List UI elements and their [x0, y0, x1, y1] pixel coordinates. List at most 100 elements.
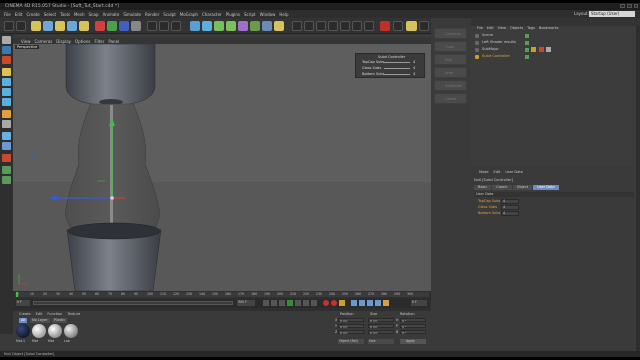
quick-button-cameras[interactable]: Cameras — [434, 28, 467, 39]
position-x-field[interactable]: 0 cm — [338, 318, 364, 323]
menu-character[interactable]: Character — [202, 12, 222, 17]
rotation-key-icon[interactable] — [367, 300, 373, 306]
point-level-key-icon[interactable] — [383, 300, 389, 306]
menu-sculpt[interactable]: Sculpt — [163, 12, 176, 17]
playhead[interactable] — [16, 292, 18, 297]
paint-tool-icon[interactable] — [2, 142, 11, 150]
edges-tool-icon[interactable] — [2, 88, 11, 96]
bottom-subs-field[interactable]: 4 — [501, 211, 519, 216]
menu-tools[interactable]: Tools — [60, 12, 70, 17]
size-z-field[interactable]: 0 cm — [368, 330, 394, 335]
material-swatch[interactable] — [32, 324, 46, 338]
snapping-tool-icon[interactable] — [2, 110, 11, 118]
visibility-check-icon[interactable] — [525, 55, 529, 59]
light-icon[interactable] — [274, 21, 284, 31]
tab-basic[interactable]: Basic — [474, 185, 492, 190]
viewport-menu-view[interactable]: View — [21, 39, 31, 44]
material-swatch[interactable] — [64, 324, 78, 338]
object-row[interactable]: Scene — [473, 33, 533, 39]
rotate-icon[interactable] — [67, 21, 77, 31]
visibility-check-icon[interactable] — [525, 41, 529, 45]
quantize-icon[interactable] — [406, 21, 417, 31]
menu-create[interactable]: Create — [26, 12, 39, 17]
menu-mograph[interactable]: MoGraph — [180, 12, 198, 17]
viewport-menu-cameras[interactable]: Cameras — [35, 39, 53, 44]
material-swatch[interactable] — [48, 324, 62, 338]
next-key-icon[interactable] — [303, 300, 309, 306]
tab-coord[interactable]: Coord. — [492, 185, 512, 190]
sculpt-tool-icon[interactable] — [2, 132, 11, 140]
texture-tool-icon[interactable] — [2, 56, 11, 64]
hud-row-topcap[interactable]: TopCap Subs 4 — [358, 60, 422, 65]
quick-button-cube[interactable]: Cube — [434, 41, 467, 52]
menu-snap[interactable]: Snap — [88, 12, 98, 17]
start-frame-field[interactable]: 0 F — [16, 300, 30, 306]
polygons-mode-icon[interactable] — [364, 21, 374, 31]
move-icon[interactable] — [43, 21, 53, 31]
menu-animate[interactable]: Animate — [103, 12, 120, 17]
scale-key-icon[interactable] — [359, 300, 365, 306]
deformer-icon[interactable] — [238, 21, 248, 31]
object-row[interactable]: SubMajor — [473, 47, 551, 53]
make-editable-icon-left[interactable] — [2, 36, 11, 44]
menu-plugins[interactable]: Plugins — [226, 12, 240, 17]
end-frame-field[interactable]: 300 F — [237, 300, 255, 306]
tag-icon[interactable] — [531, 47, 536, 52]
tag-icon[interactable] — [539, 47, 544, 52]
z-axis-icon[interactable] — [119, 21, 129, 31]
camera-icon[interactable] — [262, 21, 272, 31]
hud-bottom-value[interactable]: 4 — [413, 72, 415, 76]
menu-select[interactable]: Select — [44, 12, 56, 17]
topcap-subs-field[interactable]: 4 — [501, 199, 519, 204]
current-frame-field[interactable]: 0 F — [411, 300, 427, 306]
coord-mode-select[interactable]: Object (Rel) — [338, 339, 364, 344]
visibility-check-icon[interactable] — [525, 34, 529, 38]
3d-viewport[interactable]: Perspective Subd Controller TopCap Subs … — [13, 44, 431, 291]
points-mode-icon[interactable] — [340, 21, 350, 31]
axis-mode-icon[interactable] — [328, 21, 338, 31]
render-picture-viewer-icon[interactable] — [159, 21, 169, 31]
y-axis-icon[interactable] — [107, 21, 117, 31]
environment-icon[interactable] — [250, 21, 260, 31]
autokey-icon[interactable] — [331, 300, 337, 306]
hud-glass-value[interactable]: 4 — [413, 66, 415, 70]
recent-tools-icon[interactable] — [79, 21, 89, 31]
tab-user-data[interactable]: User Data — [533, 185, 559, 190]
quick-button-subdivide[interactable]: Subdivide — [434, 80, 467, 91]
menu-file[interactable]: File — [4, 12, 11, 17]
glass-subs-field[interactable]: 4 — [501, 205, 519, 210]
attr-menu-user-data[interactable]: User Data — [505, 170, 522, 174]
hud-row-glass[interactable]: Glass Subs 4 — [358, 66, 422, 71]
quick-button-cloner[interactable]: Cloner — [434, 93, 467, 104]
lock-workplane-icon[interactable] — [419, 21, 429, 31]
object-row-selected[interactable]: Subd Controller — [473, 54, 533, 60]
next-frame-icon[interactable] — [295, 300, 301, 306]
menu-render[interactable]: Render — [145, 12, 159, 17]
axis-tool-icon[interactable] — [2, 120, 11, 128]
hud-row-bottom[interactable]: Bottom Subs 4 — [358, 72, 422, 77]
mat-menu-create[interactable]: Create — [19, 312, 31, 316]
subdivision-icon[interactable] — [214, 21, 224, 31]
obj-menu-tags[interactable]: Tags — [527, 26, 535, 30]
mat-menu-edit[interactable]: Edit — [36, 312, 43, 316]
layout-select[interactable]: Startup (User) — [589, 10, 635, 17]
position-z-field[interactable]: 0 cm — [338, 330, 364, 335]
mat-tab-all[interactable]: All — [19, 318, 28, 323]
scale-icon[interactable] — [55, 21, 65, 31]
model-tool-icon[interactable] — [2, 46, 11, 54]
size-x-field[interactable]: 0 cm — [368, 318, 394, 323]
preview-range-slider[interactable] — [33, 301, 233, 305]
go-to-start-icon[interactable] — [263, 300, 269, 306]
quick-button-area[interactable]: Area — [434, 67, 467, 78]
coord-size-mode-select[interactable]: Size — [368, 339, 394, 344]
previous-frame-icon[interactable] — [279, 300, 285, 306]
object-row[interactable]: Left Shader results — [473, 40, 533, 46]
model-mode-icon[interactable] — [304, 21, 314, 31]
obj-menu-view[interactable]: View — [498, 26, 506, 30]
size-y-field[interactable]: 0 cm — [368, 324, 394, 329]
go-to-end-icon[interactable] — [311, 300, 317, 306]
menu-edit[interactable]: Edit — [15, 12, 23, 17]
timeline-ruler[interactable]: 0 10 20 30 40 50 60 70 80 90 100 110 120… — [15, 292, 429, 297]
quick-button-null[interactable]: Null — [434, 54, 467, 65]
tag-icon[interactable] — [546, 47, 551, 52]
